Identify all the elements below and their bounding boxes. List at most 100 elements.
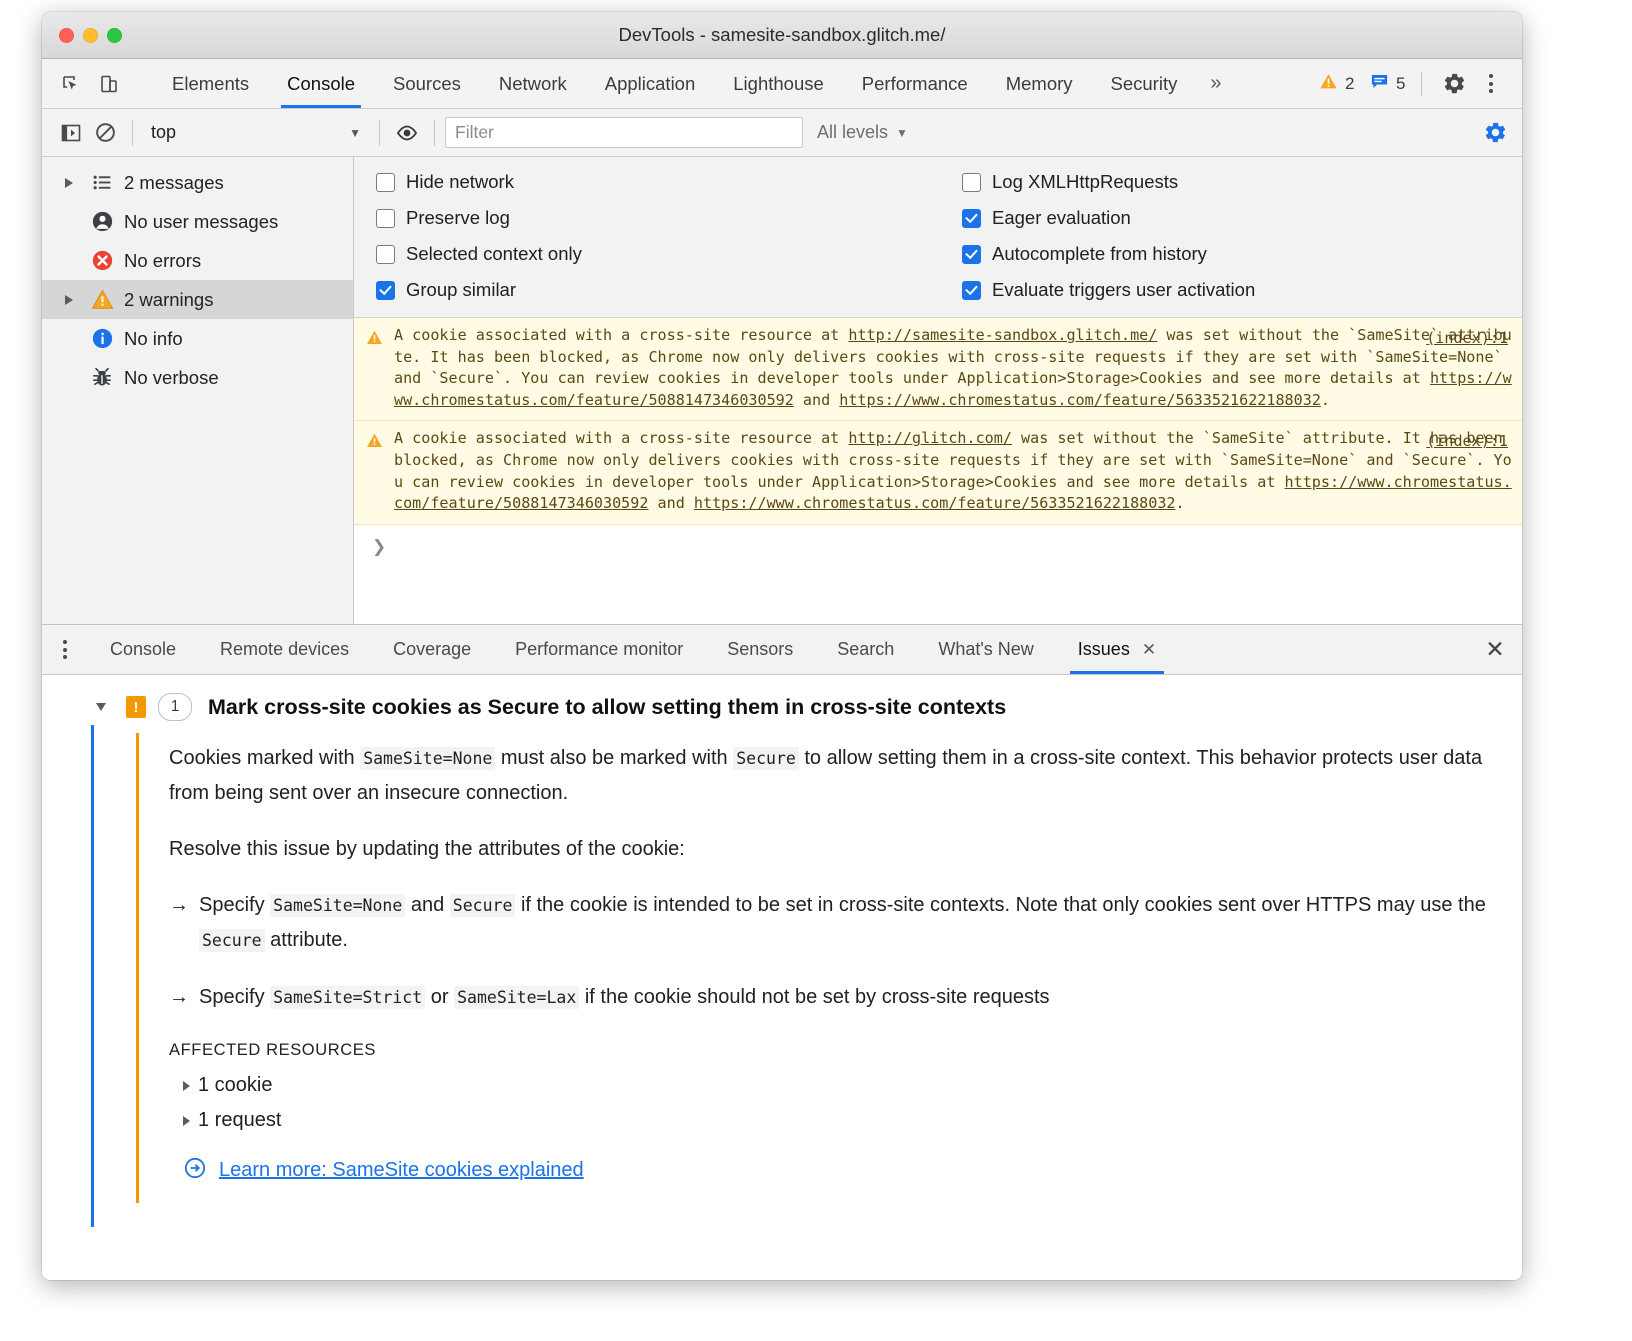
message-link-feature-2[interactable]: https://www.chromestatus.com/feature/563… xyxy=(694,494,1176,512)
checkbox-autocomplete-from-history[interactable]: Autocomplete from history xyxy=(962,243,1255,265)
tab-memory[interactable]: Memory xyxy=(987,59,1092,108)
console-settings-gear-button[interactable] xyxy=(1478,116,1512,150)
issue-header[interactable]: ! 1 Mark cross-site cookies as Secure to… xyxy=(42,681,1522,733)
expand-arrow-icon[interactable] xyxy=(183,1081,190,1091)
text-segment: Cookies marked with xyxy=(169,747,360,769)
close-window-button[interactable] xyxy=(59,28,74,43)
expand-arrow-icon[interactable] xyxy=(183,1116,190,1126)
checkbox-log-xmlhttprequests[interactable]: Log XMLHttpRequests xyxy=(962,171,1255,193)
clear-console-button[interactable] xyxy=(88,116,122,150)
sidebar-item-messages[interactable]: 2 messages xyxy=(42,163,353,202)
collapse-arrow-icon[interactable] xyxy=(96,703,106,711)
text-segment: and xyxy=(405,894,449,916)
sidebar-item-errors[interactable]: No errors xyxy=(42,241,353,280)
tab-console[interactable]: Console xyxy=(268,59,374,108)
tab-sources[interactable]: Sources xyxy=(374,59,480,108)
text-segment: or xyxy=(425,986,454,1008)
checkbox-selected-context-only[interactable]: Selected context only xyxy=(376,243,962,265)
affected-resource-label: 1 request xyxy=(198,1109,281,1132)
checkbox-hide-network[interactable]: Hide network xyxy=(376,171,962,193)
message-source-link[interactable]: (index):1 xyxy=(1426,329,1508,347)
live-expression-eye-icon[interactable] xyxy=(390,116,424,150)
tab-network[interactable]: Network xyxy=(480,59,586,108)
toolbar-divider xyxy=(132,120,133,146)
minimize-window-button[interactable] xyxy=(83,28,98,43)
checkbox-box[interactable] xyxy=(962,209,981,228)
execution-context-value: top xyxy=(151,122,176,143)
drawer-more-options-button[interactable] xyxy=(42,625,88,674)
drawer-tab-coverage[interactable]: Coverage xyxy=(371,625,493,674)
log-level-selector[interactable]: All levels ▼ xyxy=(817,122,908,143)
tab-lighthouse[interactable]: Lighthouse xyxy=(714,59,843,108)
tab-performance[interactable]: Performance xyxy=(843,59,987,108)
tab-security[interactable]: Security xyxy=(1092,59,1197,108)
checkbox-eager-evaluation[interactable]: Eager evaluation xyxy=(962,207,1255,229)
close-tab-icon[interactable]: ✕ xyxy=(1142,640,1156,660)
text-segment: if the cookie is intended to be set in c… xyxy=(515,894,1485,916)
checkbox-box[interactable] xyxy=(962,245,981,264)
toggle-console-sidebar-button[interactable] xyxy=(54,116,88,150)
sidebar-item-info[interactable]: No info xyxy=(42,319,353,358)
learn-more-link[interactable]: Learn more: SameSite cookies explained xyxy=(219,1159,584,1182)
affected-resources-heading: AFFECTED RESOURCES xyxy=(169,1041,1504,1060)
warning-icon xyxy=(1319,72,1338,96)
message-icon xyxy=(1370,72,1389,96)
drawer-tab-label: Coverage xyxy=(393,639,471,660)
device-toolbar-icon[interactable] xyxy=(94,69,124,99)
console-warning-message[interactable]: A cookie associated with a cross-site re… xyxy=(354,421,1522,524)
sidebar-item-verbose[interactable]: No verbose xyxy=(42,358,353,397)
drawer-tab-performance-monitor[interactable]: Performance monitor xyxy=(493,625,705,674)
message-link-origin[interactable]: http://samesite-sandbox.glitch.me/ xyxy=(848,326,1157,344)
expand-arrow[interactable] xyxy=(54,178,84,188)
drawer-tab-search[interactable]: Search xyxy=(815,625,916,674)
console-warning-text: A cookie associated with a cross-site re… xyxy=(394,325,1512,411)
execution-context-selector[interactable]: top ▼ xyxy=(143,119,369,147)
checkbox-preserve-log[interactable]: Preserve log xyxy=(376,207,962,229)
console-warning-message[interactable]: A cookie associated with a cross-site re… xyxy=(354,318,1522,421)
message-badge[interactable]: 5 xyxy=(1370,72,1406,96)
more-options-button[interactable] xyxy=(1474,67,1508,101)
checkbox-box[interactable] xyxy=(962,281,981,300)
close-drawer-button[interactable]: ✕ xyxy=(1468,625,1522,674)
maximize-window-button[interactable] xyxy=(107,28,122,43)
issue-body: Cookies marked with SameSite=None must a… xyxy=(136,733,1504,1203)
filter-input[interactable] xyxy=(445,117,803,148)
message-source-link[interactable]: (index):1 xyxy=(1426,432,1508,450)
checkbox-group-similar[interactable]: Group similar xyxy=(376,279,962,301)
main-tab-bar: Elements Console Sources Network Applica… xyxy=(42,59,1522,109)
affected-resource-request[interactable]: 1 request xyxy=(183,1109,1504,1132)
drawer-tab-issues[interactable]: Issues ✕ xyxy=(1056,625,1178,674)
learn-more-row[interactable]: Learn more: SameSite cookies explained xyxy=(183,1156,1504,1185)
drawer-tab-label: Issues xyxy=(1078,639,1130,660)
drawer-tab-sensors[interactable]: Sensors xyxy=(705,625,815,674)
expand-arrow[interactable] xyxy=(54,295,84,305)
more-tabs-icon[interactable]: » xyxy=(1196,59,1235,108)
checkbox-box[interactable] xyxy=(376,281,395,300)
code-secure: Secure xyxy=(450,894,516,917)
tab-application[interactable]: Application xyxy=(586,59,715,108)
checkbox-box[interactable] xyxy=(376,173,395,192)
tab-label: Lighthouse xyxy=(733,73,824,95)
drawer-tab-whats-new[interactable]: What's New xyxy=(916,625,1055,674)
sidebar-item-user-messages[interactable]: No user messages xyxy=(42,202,353,241)
sidebar-item-warnings[interactable]: 2 warnings xyxy=(42,280,353,319)
checkbox-box[interactable] xyxy=(376,245,395,264)
drawer-tab-console[interactable]: Console xyxy=(88,625,198,674)
close-icon: ✕ xyxy=(1485,636,1504,663)
console-prompt[interactable]: ❯ xyxy=(354,525,1522,569)
tab-elements[interactable]: Elements xyxy=(153,59,268,108)
warning-badge[interactable]: 2 xyxy=(1319,72,1355,96)
checkbox-box[interactable] xyxy=(962,173,981,192)
list-icon xyxy=(84,172,120,193)
settings-gear-button[interactable] xyxy=(1437,67,1471,101)
checkbox-label: Eager evaluation xyxy=(992,207,1131,229)
checkbox-evaluate-triggers-user-activation[interactable]: Evaluate triggers user activation xyxy=(962,279,1255,301)
affected-resource-cookie[interactable]: 1 cookie xyxy=(183,1074,1504,1097)
message-link-feature-2[interactable]: https://www.chromestatus.com/feature/563… xyxy=(839,391,1321,409)
drawer-tab-label: Sensors xyxy=(727,639,793,660)
message-link-origin[interactable]: http://glitch.com/ xyxy=(848,429,1012,447)
drawer-tab-remote-devices[interactable]: Remote devices xyxy=(198,625,371,674)
checkbox-box[interactable] xyxy=(376,209,395,228)
issue-bullet-1-text: Specify SameSite=None and Secure if the … xyxy=(199,888,1504,958)
inspect-element-icon[interactable] xyxy=(56,69,86,99)
